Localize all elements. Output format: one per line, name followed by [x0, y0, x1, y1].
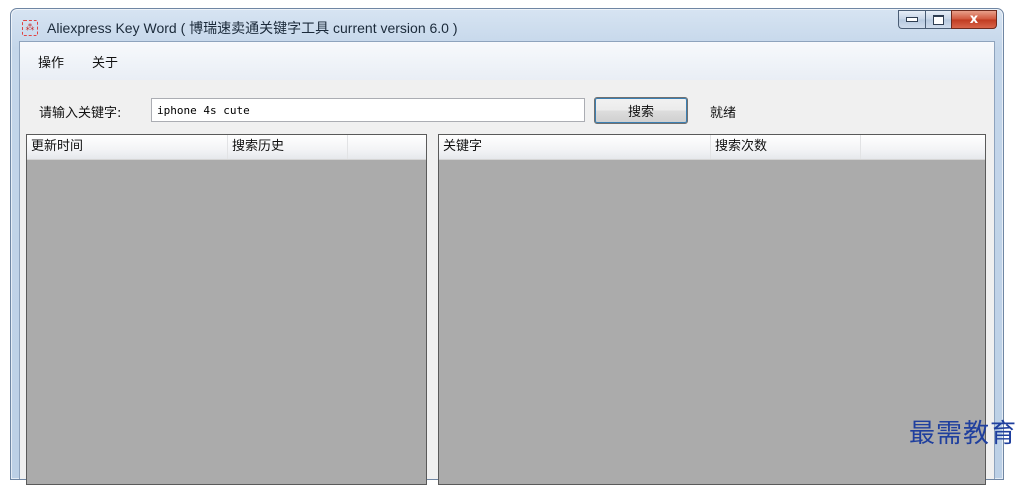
column-header-search-history[interactable]: 搜索历史 — [228, 135, 348, 159]
status-label: 就绪 — [710, 106, 737, 121]
keyword-label: 请输入关键字: — [39, 106, 122, 121]
column-header-update-time[interactable]: 更新时间 — [27, 135, 228, 159]
search-row: 请输入关键字: 搜索 就绪 — [20, 94, 994, 126]
menu-item-operate[interactable]: 操作 — [34, 50, 68, 73]
minimize-icon — [906, 17, 918, 22]
column-header-keyword[interactable]: 关键字 — [439, 135, 711, 159]
column-header-search-count[interactable]: 搜索次数 — [711, 135, 861, 159]
keyword-input[interactable] — [151, 98, 585, 122]
menu-bar: 操作 关于 — [20, 42, 994, 80]
keyword-list-header: 关键字 搜索次数 — [439, 135, 985, 160]
client-area: 操作 关于 请输入关键字: 搜索 就绪 更新时间 搜索历史 关键字 搜索次数 — [19, 41, 995, 485]
window-controls: x — [898, 10, 997, 30]
keyword-list[interactable]: 关键字 搜索次数 — [438, 134, 986, 485]
close-icon: x — [969, 12, 979, 27]
minimize-button[interactable] — [898, 10, 925, 29]
history-list[interactable]: 更新时间 搜索历史 — [26, 134, 427, 485]
search-button[interactable]: 搜索 — [594, 97, 688, 124]
watermark-text: 最需教育 — [908, 419, 1017, 449]
history-list-header: 更新时间 搜索历史 — [27, 135, 426, 160]
menu-item-about[interactable]: 关于 — [88, 50, 122, 73]
close-button[interactable]: x — [951, 10, 997, 29]
app-logo-icon: ⁂ — [22, 20, 38, 36]
maximize-icon — [933, 14, 944, 25]
app-window: ⁂ Aliexpress Key Word ( 博瑞速卖通关键字工具 curre… — [10, 8, 1004, 485]
window-title: Aliexpress Key Word ( 博瑞速卖通关键字工具 current… — [47, 20, 458, 36]
title-bar[interactable]: ⁂ Aliexpress Key Word ( 博瑞速卖通关键字工具 curre… — [11, 9, 1003, 41]
maximize-button[interactable] — [925, 10, 951, 29]
